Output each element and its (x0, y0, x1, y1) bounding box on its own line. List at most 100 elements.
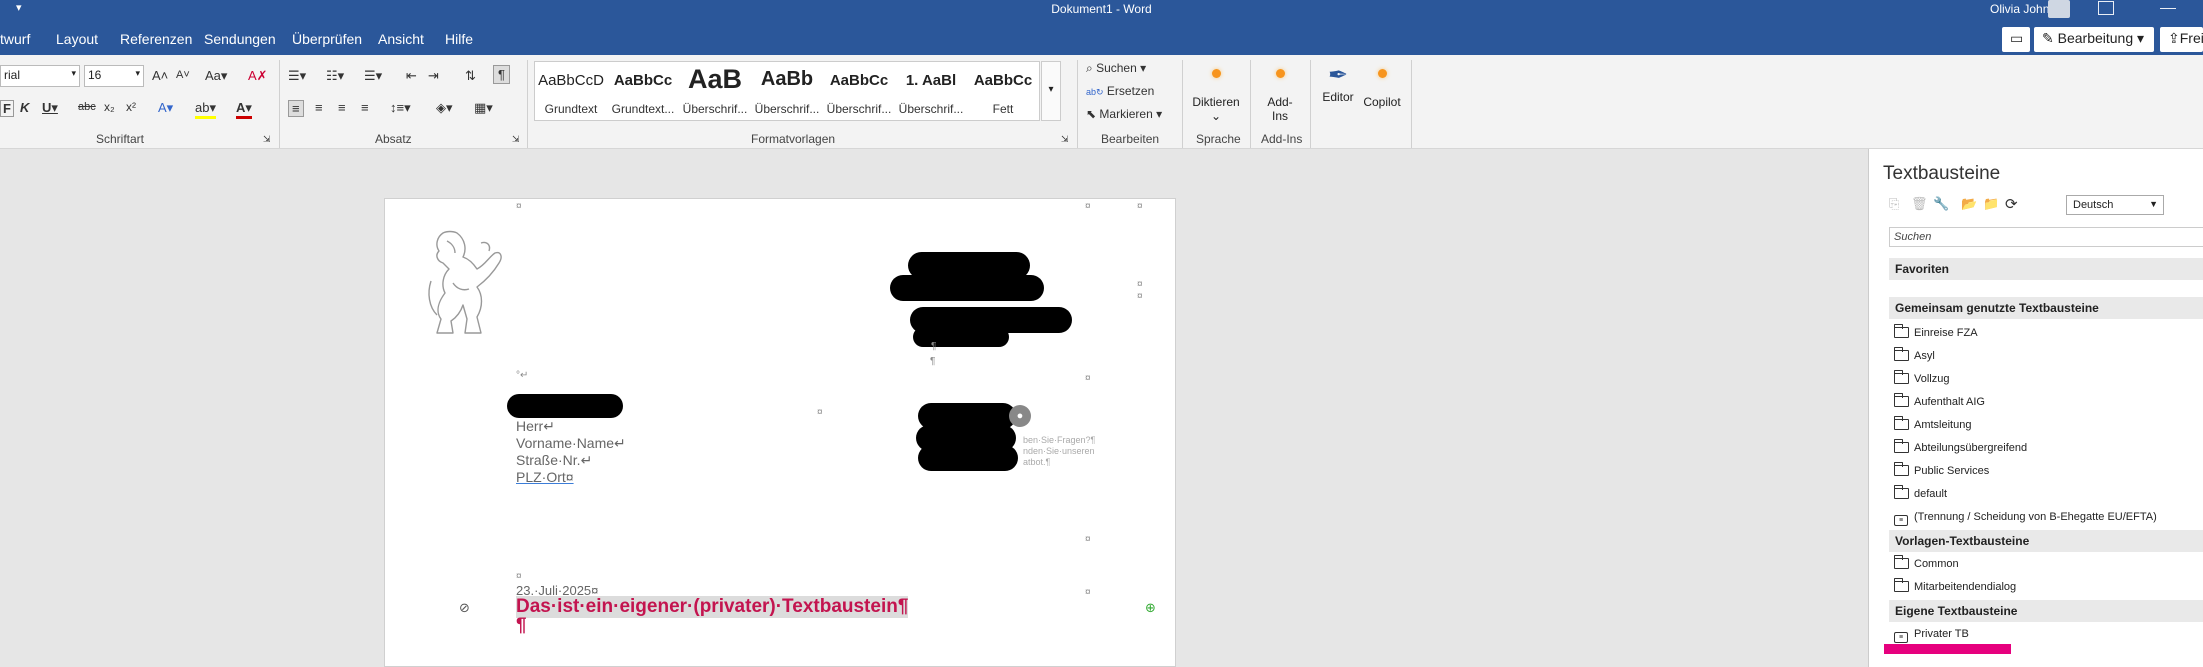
tab-ueberpruefen[interactable]: Überprüfen (292, 31, 362, 47)
side-text: ben·Sie·Fragen?¶ (1023, 435, 1096, 445)
replace-button[interactable]: ab↻ Ersetzen (1086, 84, 1154, 98)
grow-font-icon[interactable]: A˄ (152, 68, 168, 83)
wrench-icon[interactable]: 🔧 (1933, 196, 1949, 212)
comments-icon[interactable]: ▭ (2002, 27, 2030, 52)
tab-referenzen[interactable]: Referenzen (120, 31, 192, 47)
language-select[interactable]: Deutsch ▼ (2066, 195, 2164, 215)
folder-icon (1894, 578, 1909, 592)
highlight-icon[interactable]: ab▾ (195, 100, 216, 119)
textbaustein-search-input[interactable]: Suchen (1889, 227, 2203, 247)
styles-dialog-launcher-icon[interactable]: ⇲ (1061, 134, 1069, 145)
minimize-icon[interactable] (2160, 1, 2176, 9)
folder-icon[interactable]: 📁 (1983, 196, 1999, 212)
find-button[interactable]: ⌕ Suchen ▾ (1086, 61, 1146, 76)
addins-button[interactable]: Add- Ins (1256, 67, 1304, 123)
section-favoriten[interactable]: Favoriten (1889, 258, 2203, 280)
line-spacing-icon[interactable]: ↕≡▾ (390, 100, 411, 116)
subscript-icon[interactable]: x₂ (104, 100, 115, 114)
list-item[interactable]: ≡ (Trennung / Scheidung von B-Ehegatte EU… (1894, 511, 2157, 526)
shrink-font-icon[interactable]: A˅ (176, 69, 190, 81)
italic-icon[interactable]: K (20, 100, 29, 115)
section-eigene[interactable]: Eigene Textbausteine (1889, 600, 2203, 622)
layout-options-icon[interactable]: ⊘ (459, 600, 470, 616)
section-vorlagen[interactable]: Vorlagen-Textbausteine (1889, 530, 2203, 552)
change-case-icon[interactable]: Aa▾ (205, 68, 227, 84)
borders-icon[interactable]: ▦▾ (474, 100, 493, 116)
tab-hilfe[interactable]: Hilfe (445, 31, 473, 47)
strikethrough-icon[interactable]: abc (78, 101, 96, 113)
align-left-icon[interactable]: ≡ (288, 100, 304, 117)
bold-icon[interactable]: F (0, 100, 14, 117)
paragraph-dialog-launcher-icon[interactable]: ⇲ (512, 134, 520, 145)
list-item[interactable]: Common (1894, 555, 1959, 570)
comment-add-icon[interactable]: ⊕ (1145, 600, 1156, 616)
increase-indent-icon[interactable]: ⇥ (428, 68, 439, 84)
style-ueberschrift-4[interactable]: 1. AaBl Überschrif... (895, 62, 967, 120)
shading-icon[interactable]: ◈▾ (436, 100, 453, 116)
bearbeitung-label: Bearbeitung (2057, 30, 2134, 46)
list-item[interactable]: Aufenthalt AIG (1894, 393, 1985, 408)
styles-more-icon[interactable]: ▾ (1041, 61, 1061, 121)
style-preview: AaB (687, 64, 742, 94)
clear-formatting-icon[interactable]: A✗ (248, 68, 268, 84)
numbering-icon[interactable]: ☷▾ (326, 68, 344, 84)
refresh-icon[interactable]: ⟳ (2005, 195, 2018, 213)
tab-layout[interactable]: Layout (56, 31, 98, 47)
superscript-icon[interactable]: x² (126, 100, 136, 114)
style-ueberschrift-3[interactable]: AaBbCc Überschrif... (823, 62, 895, 120)
style-fett[interactable]: AaBbCc Fett (967, 62, 1039, 120)
list-item[interactable]: default (1894, 485, 1947, 500)
editor-pen-icon: ✒ (1327, 62, 1349, 89)
section-gemeinsam[interactable]: Gemeinsam genutzte Textbausteine (1889, 297, 2203, 319)
bearbeitung-button[interactable]: ✎ Bearbeitung ▾ (2034, 27, 2154, 52)
share-button[interactable]: ⇪Freig (2160, 27, 2203, 52)
font-size-select[interactable]: 16 ▾ (84, 65, 144, 87)
style-ueberschrift-1[interactable]: AaB Überschrif... (679, 62, 751, 120)
lion-logo-icon (428, 230, 502, 334)
list-item[interactable]: Asyl (1894, 347, 1935, 362)
align-center-icon[interactable]: ≡ (315, 100, 323, 115)
underline-icon[interactable]: U▾ (42, 100, 58, 116)
align-right-icon[interactable]: ≡ (338, 100, 346, 115)
select-label: Markieren (1099, 107, 1153, 121)
dictate-button[interactable]: Diktieren ⌄ (1188, 67, 1244, 123)
select-button[interactable]: ⬉ Markieren ▾ (1086, 107, 1162, 121)
list-item[interactable]: Einreise FZA (1894, 324, 1978, 339)
document-page[interactable]: ¤ ¤ ¤ ¤ ¤ ¶ ¶ °↵ ¤ ¤ Herr↵ Vorname·Name↵… (384, 198, 1176, 667)
decrease-indent-icon[interactable]: ⇤ (406, 68, 417, 84)
show-formatting-marks-icon[interactable]: ¶ (493, 65, 510, 84)
bullets-icon[interactable]: ☰▾ (288, 68, 306, 84)
side-text: nden·Sie·unseren (1023, 446, 1095, 456)
font-dialog-launcher-icon[interactable]: ⇲ (263, 134, 271, 145)
font-color-icon[interactable]: A▾ (236, 100, 252, 119)
list-item[interactable]: ≡ Privater TB (1894, 628, 1969, 643)
justify-icon[interactable]: ≡ (361, 100, 369, 115)
style-ueberschrift-2[interactable]: AaBb Überschrif... (751, 62, 823, 120)
tab-ansicht[interactable]: Ansicht (378, 31, 424, 47)
ribbon-display-icon[interactable] (2098, 1, 2114, 15)
sort-icon[interactable]: ⇅ (465, 68, 476, 84)
cell-marker: ¤ (516, 201, 522, 212)
list-item[interactable]: Abteilungsübergreifend (1894, 439, 2027, 454)
group-label-addins: Add-Ins (1261, 132, 1303, 146)
separator (1250, 60, 1251, 148)
address-line: PLZ·Ort¤ (516, 469, 574, 485)
font-name-select[interactable]: rial ▾ (0, 65, 80, 87)
group-label-schriftart: Schriftart (96, 132, 145, 146)
open-folder-icon[interactable]: 📂 (1961, 196, 1977, 212)
list-item[interactable]: Vollzug (1894, 370, 1949, 385)
multilevel-list-icon[interactable]: ☰▾ (364, 68, 382, 84)
user-name[interactable]: Olivia John (1990, 2, 2049, 16)
tab-sendungen[interactable]: Sendungen (204, 31, 276, 47)
editor-button[interactable]: ✒ Editor (1316, 61, 1360, 104)
style-grundtext-2[interactable]: AaBbCc Grundtext... (607, 62, 679, 120)
style-grundtext[interactable]: AaBbCcD Grundtext (535, 62, 607, 120)
copilot-button[interactable]: Copilot (1358, 67, 1406, 109)
list-item[interactable]: Amtsleitung (1894, 416, 1971, 431)
avatar[interactable] (2048, 0, 2070, 18)
list-item[interactable]: Mitarbeitendendialog (1894, 578, 2016, 593)
style-preview: AaBbCc (613, 72, 673, 89)
text-effects-icon[interactable]: A▾ (158, 100, 173, 116)
tab-entwurf[interactable]: twurf (0, 31, 30, 47)
list-item[interactable]: Public Services (1894, 462, 1989, 477)
